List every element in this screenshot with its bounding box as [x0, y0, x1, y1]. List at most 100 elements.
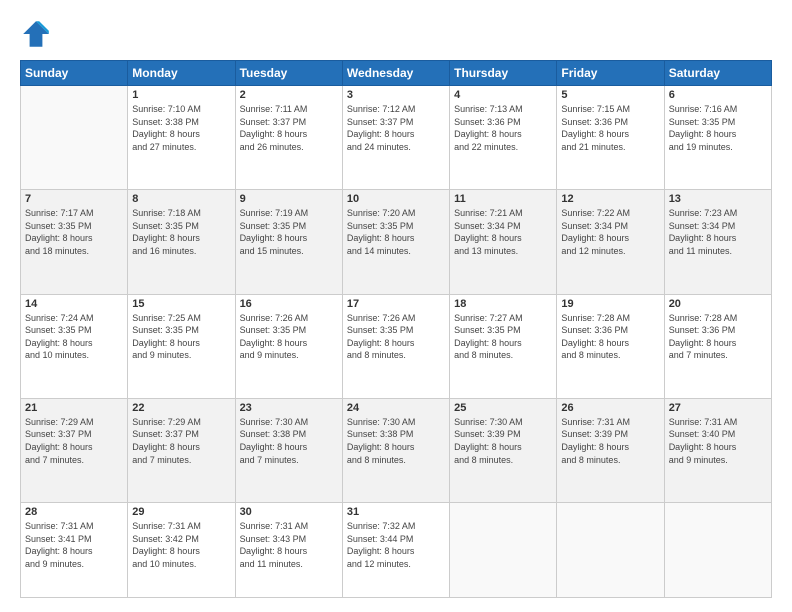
calendar-cell: 13 Sunrise: 7:23 AM Sunset: 3:34 PM Dayli…: [664, 190, 771, 294]
day-number: 4: [454, 89, 552, 101]
calendar-cell: 7 Sunrise: 7:17 AM Sunset: 3:35 PM Daylig…: [21, 190, 128, 294]
calendar-cell: 22 Sunrise: 7:29 AM Sunset: 3:37 PM Dayli…: [128, 398, 235, 502]
day-number: 29: [132, 506, 230, 518]
day-info: Sunrise: 7:18 AM Sunset: 3:35 PM Dayligh…: [132, 207, 230, 257]
day-number: 2: [240, 89, 338, 101]
day-number: 31: [347, 506, 445, 518]
day-info: Sunrise: 7:26 AM Sunset: 3:35 PM Dayligh…: [347, 312, 445, 362]
page: SundayMondayTuesdayWednesdayThursdayFrid…: [0, 0, 792, 612]
day-info: Sunrise: 7:25 AM Sunset: 3:35 PM Dayligh…: [132, 312, 230, 362]
day-number: 12: [561, 193, 659, 205]
day-number: 9: [240, 193, 338, 205]
day-number: 7: [25, 193, 123, 205]
calendar-cell: 25 Sunrise: 7:30 AM Sunset: 3:39 PM Dayli…: [450, 398, 557, 502]
day-number: 30: [240, 506, 338, 518]
day-number: 22: [132, 402, 230, 414]
calendar-cell: 3Sunrise: 7:12 AM Sunset: 3:37 PM Daylig…: [342, 86, 449, 190]
calendar-cell: 31 Sunrise: 7:32 AM Sunset: 3:44 PM Dayli…: [342, 503, 449, 598]
day-info: Sunrise: 7:31 AM Sunset: 3:40 PM Dayligh…: [669, 416, 767, 466]
calendar-cell: [450, 503, 557, 598]
calendar-cell: 29 Sunrise: 7:31 AM Sunset: 3:42 PM Dayli…: [128, 503, 235, 598]
day-info: Sunrise: 7:13 AM Sunset: 3:36 PM Dayligh…: [454, 103, 552, 153]
calendar-cell: 9 Sunrise: 7:19 AM Sunset: 3:35 PM Daylig…: [235, 190, 342, 294]
calendar-cell: 10 Sunrise: 7:20 AM Sunset: 3:35 PM Dayli…: [342, 190, 449, 294]
day-number: 28: [25, 506, 123, 518]
day-number: 23: [240, 402, 338, 414]
day-number: 14: [25, 298, 123, 310]
day-number: 3: [347, 89, 445, 101]
day-info: Sunrise: 7:30 AM Sunset: 3:38 PM Dayligh…: [347, 416, 445, 466]
calendar-cell: 15 Sunrise: 7:25 AM Sunset: 3:35 PM Dayli…: [128, 294, 235, 398]
calendar-cell: 19 Sunrise: 7:28 AM Sunset: 3:36 PM Dayli…: [557, 294, 664, 398]
calendar-cell: 28 Sunrise: 7:31 AM Sunset: 3:41 PM Dayli…: [21, 503, 128, 598]
calendar-cell: 30 Sunrise: 7:31 AM Sunset: 3:43 PM Dayli…: [235, 503, 342, 598]
day-number: 13: [669, 193, 767, 205]
day-info: Sunrise: 7:31 AM Sunset: 3:43 PM Dayligh…: [240, 520, 338, 570]
day-info: Sunrise: 7:17 AM Sunset: 3:35 PM Dayligh…: [25, 207, 123, 257]
day-header-friday: Friday: [557, 61, 664, 86]
day-info: Sunrise: 7:20 AM Sunset: 3:35 PM Dayligh…: [347, 207, 445, 257]
day-number: 16: [240, 298, 338, 310]
day-number: 20: [669, 298, 767, 310]
day-number: 18: [454, 298, 552, 310]
day-header-sunday: Sunday: [21, 61, 128, 86]
day-info: Sunrise: 7:29 AM Sunset: 3:37 PM Dayligh…: [132, 416, 230, 466]
day-info: Sunrise: 7:27 AM Sunset: 3:35 PM Dayligh…: [454, 312, 552, 362]
calendar-cell: 24 Sunrise: 7:30 AM Sunset: 3:38 PM Dayli…: [342, 398, 449, 502]
day-info: Sunrise: 7:11 AM Sunset: 3:37 PM Dayligh…: [240, 103, 338, 153]
calendar-header-row: SundayMondayTuesdayWednesdayThursdayFrid…: [21, 61, 772, 86]
day-info: Sunrise: 7:23 AM Sunset: 3:34 PM Dayligh…: [669, 207, 767, 257]
calendar-cell: 16 Sunrise: 7:26 AM Sunset: 3:35 PM Dayli…: [235, 294, 342, 398]
calendar-cell: 1Sunrise: 7:10 AM Sunset: 3:38 PM Daylig…: [128, 86, 235, 190]
day-info: Sunrise: 7:26 AM Sunset: 3:35 PM Dayligh…: [240, 312, 338, 362]
calendar-cell: 23 Sunrise: 7:30 AM Sunset: 3:38 PM Dayli…: [235, 398, 342, 502]
day-header-thursday: Thursday: [450, 61, 557, 86]
day-info: Sunrise: 7:31 AM Sunset: 3:41 PM Dayligh…: [25, 520, 123, 570]
day-number: 11: [454, 193, 552, 205]
day-number: 1: [132, 89, 230, 101]
calendar-cell: 11Sunrise: 7:21 AM Sunset: 3:34 PM Dayli…: [450, 190, 557, 294]
calendar-cell: 21Sunrise: 7:29 AM Sunset: 3:37 PM Dayli…: [21, 398, 128, 502]
logo-icon: [20, 18, 52, 50]
calendar-cell: 4 Sunrise: 7:13 AM Sunset: 3:36 PM Daylig…: [450, 86, 557, 190]
calendar-cell: 26 Sunrise: 7:31 AM Sunset: 3:39 PM Dayli…: [557, 398, 664, 502]
day-number: 24: [347, 402, 445, 414]
calendar-cell: 2 Sunrise: 7:11 AM Sunset: 3:37 PM Daylig…: [235, 86, 342, 190]
header: [20, 18, 772, 50]
calendar-cell: 17 Sunrise: 7:26 AM Sunset: 3:35 PM Dayli…: [342, 294, 449, 398]
day-number: 15: [132, 298, 230, 310]
day-info: Sunrise: 7:31 AM Sunset: 3:39 PM Dayligh…: [561, 416, 659, 466]
calendar-table: SundayMondayTuesdayWednesdayThursdayFrid…: [20, 60, 772, 598]
day-info: Sunrise: 7:29 AM Sunset: 3:37 PM Dayligh…: [25, 416, 123, 466]
day-number: 10: [347, 193, 445, 205]
calendar-week-row: 21Sunrise: 7:29 AM Sunset: 3:37 PM Dayli…: [21, 398, 772, 502]
calendar-week-row: 14Sunrise: 7:24 AM Sunset: 3:35 PM Dayli…: [21, 294, 772, 398]
day-info: Sunrise: 7:28 AM Sunset: 3:36 PM Dayligh…: [561, 312, 659, 362]
day-number: 25: [454, 402, 552, 414]
day-number: 8: [132, 193, 230, 205]
calendar-cell: [664, 503, 771, 598]
logo: [20, 18, 56, 50]
day-info: Sunrise: 7:31 AM Sunset: 3:42 PM Dayligh…: [132, 520, 230, 570]
calendar-cell: 12Sunrise: 7:22 AM Sunset: 3:34 PM Dayli…: [557, 190, 664, 294]
calendar-cell: [21, 86, 128, 190]
day-header-monday: Monday: [128, 61, 235, 86]
calendar-cell: 27 Sunrise: 7:31 AM Sunset: 3:40 PM Dayli…: [664, 398, 771, 502]
calendar-week-row: 28 Sunrise: 7:31 AM Sunset: 3:41 PM Dayli…: [21, 503, 772, 598]
day-number: 26: [561, 402, 659, 414]
day-info: Sunrise: 7:28 AM Sunset: 3:36 PM Dayligh…: [669, 312, 767, 362]
calendar-cell: [557, 503, 664, 598]
calendar-cell: 5Sunrise: 7:15 AM Sunset: 3:36 PM Daylig…: [557, 86, 664, 190]
day-info: Sunrise: 7:15 AM Sunset: 3:36 PM Dayligh…: [561, 103, 659, 153]
calendar-cell: 20 Sunrise: 7:28 AM Sunset: 3:36 PM Dayli…: [664, 294, 771, 398]
day-info: Sunrise: 7:32 AM Sunset: 3:44 PM Dayligh…: [347, 520, 445, 570]
day-number: 19: [561, 298, 659, 310]
day-info: Sunrise: 7:30 AM Sunset: 3:39 PM Dayligh…: [454, 416, 552, 466]
day-info: Sunrise: 7:30 AM Sunset: 3:38 PM Dayligh…: [240, 416, 338, 466]
day-info: Sunrise: 7:19 AM Sunset: 3:35 PM Dayligh…: [240, 207, 338, 257]
day-info: Sunrise: 7:16 AM Sunset: 3:35 PM Dayligh…: [669, 103, 767, 153]
calendar-cell: 18 Sunrise: 7:27 AM Sunset: 3:35 PM Dayli…: [450, 294, 557, 398]
day-header-tuesday: Tuesday: [235, 61, 342, 86]
day-number: 27: [669, 402, 767, 414]
day-number: 17: [347, 298, 445, 310]
